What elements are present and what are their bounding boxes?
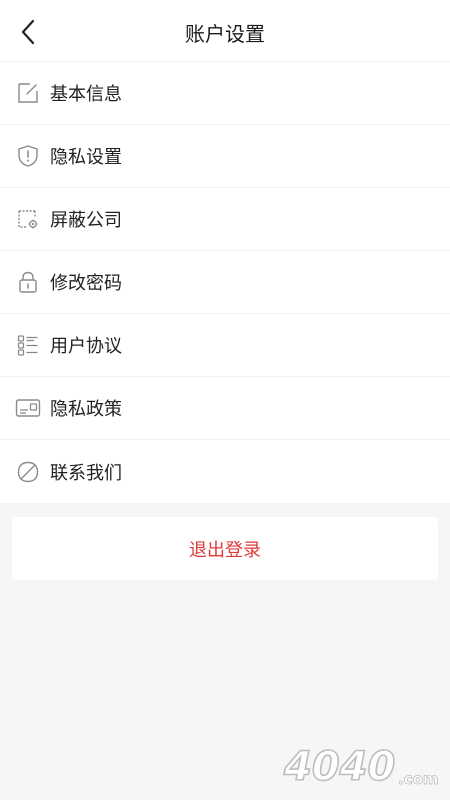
- menu-item-label: 联系我们: [50, 462, 122, 484]
- logout-button[interactable]: 退出登录: [12, 517, 438, 580]
- card-icon: [15, 395, 41, 421]
- shield-alert-icon: [15, 143, 41, 169]
- menu-item-change-password[interactable]: 修改密码: [0, 251, 450, 314]
- lock-icon: [15, 269, 41, 295]
- menu-item-label: 基本信息: [50, 84, 122, 105]
- settings-menu: 基本信息 隐私设置 屏蔽公司 修改密码 用户协议 隐私政策 联系我们: [0, 62, 450, 503]
- list-icon: [15, 332, 41, 358]
- menu-item-label: 隐私设置: [50, 147, 122, 168]
- top-bar: 账户设置: [0, 0, 450, 62]
- site-watermark-logo: 4040 .com: [282, 743, 439, 791]
- page-title: 账户设置: [185, 22, 265, 46]
- menu-item-privacy-settings[interactable]: 隐私设置: [0, 125, 450, 188]
- menu-item-label: 隐私政策: [50, 399, 122, 420]
- menu-item-label: 屏蔽公司: [50, 210, 122, 231]
- logout-label: 退出登录: [189, 539, 261, 561]
- watermark-suffix: .com: [398, 770, 439, 788]
- menu-item-user-agreement[interactable]: 用户协议: [0, 314, 450, 377]
- edit-icon: [15, 80, 41, 106]
- menu-item-label: 用户协议: [50, 336, 122, 357]
- menu-item-privacy-policy[interactable]: 隐私政策: [0, 377, 450, 440]
- menu-item-contact-us[interactable]: 联系我们: [0, 440, 450, 503]
- menu-item-block-company[interactable]: 屏蔽公司: [0, 188, 450, 251]
- leaf-icon: [15, 459, 41, 485]
- watermark-text: 4040: [283, 744, 395, 790]
- menu-item-label: 修改密码: [50, 273, 122, 294]
- block-company-icon: [15, 206, 41, 232]
- menu-item-basic-info[interactable]: 基本信息: [0, 62, 450, 125]
